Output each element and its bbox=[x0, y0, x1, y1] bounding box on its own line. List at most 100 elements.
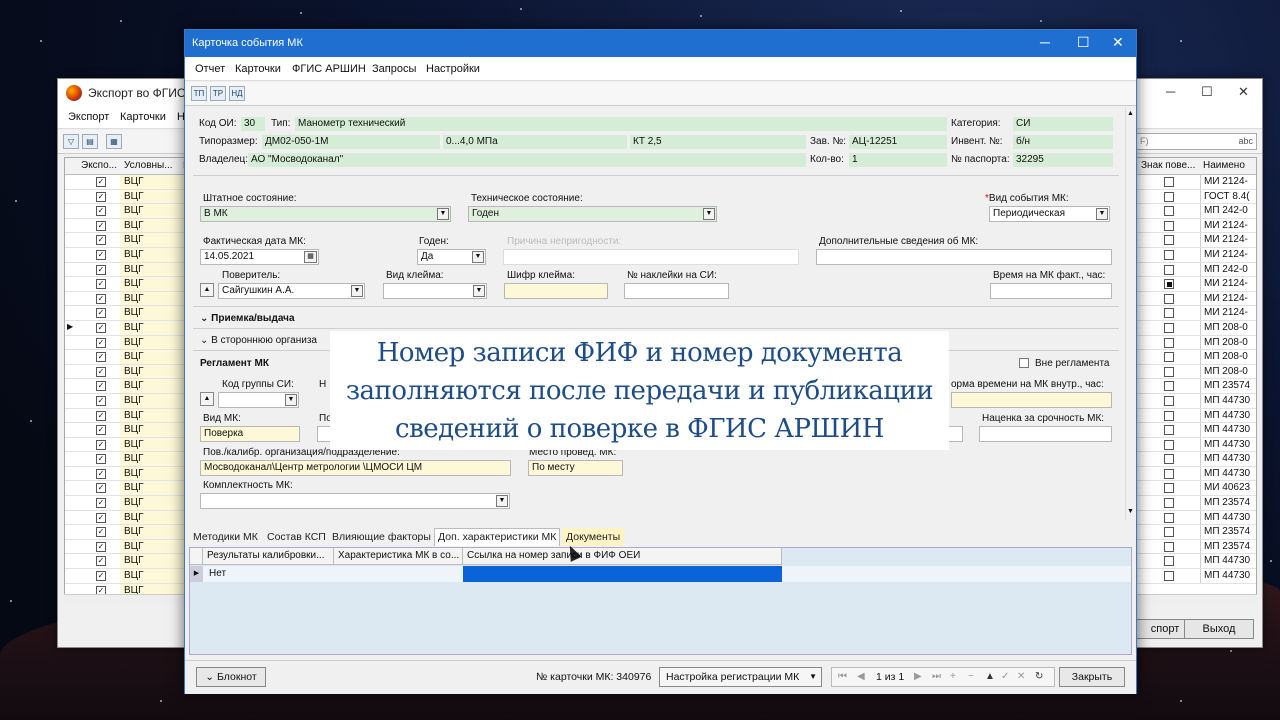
shifr-input[interactable] bbox=[504, 283, 608, 299]
vremya-input[interactable] bbox=[990, 283, 1112, 299]
table-row[interactable]: ✓ ВЦГ bbox=[65, 408, 188, 424]
table-row[interactable]: ▶ ✓ ВЦГ bbox=[65, 320, 188, 336]
tp-icon[interactable]: ТП bbox=[191, 86, 207, 101]
prev-page-icon[interactable]: ◀ bbox=[857, 671, 865, 682]
table-row[interactable]: МП 208-0 bbox=[1137, 320, 1256, 336]
row-checkbox[interactable]: ✓ bbox=[96, 279, 106, 290]
table-row[interactable]: МП 44730 bbox=[1137, 452, 1256, 467]
teh-select[interactable]: Годен ▼ bbox=[468, 206, 717, 222]
tr-icon[interactable]: ТР bbox=[210, 86, 226, 101]
table-row[interactable]: ✓ ВЦГ bbox=[65, 277, 188, 292]
table-row[interactable]: МП 44730 bbox=[1137, 393, 1256, 409]
row-checkbox[interactable] bbox=[1164, 249, 1174, 260]
cell-results[interactable]: Нет bbox=[205, 566, 333, 582]
row-checkbox[interactable] bbox=[1164, 527, 1174, 538]
tab-metodiki[interactable]: Методики МК bbox=[189, 528, 262, 546]
table-row[interactable]: ✓ ВЦГ bbox=[65, 437, 188, 453]
table-row[interactable]: МП 208-0 bbox=[1137, 350, 1256, 365]
vne-regl-checkbox[interactable] bbox=[1019, 358, 1029, 368]
naklejka-input[interactable] bbox=[624, 283, 729, 299]
table-row[interactable]: ✓ ВЦГ bbox=[65, 496, 188, 511]
table-row[interactable]: МП 23574 bbox=[1137, 525, 1256, 540]
export-grid-left[interactable]: Экспо... Условны... М ✓ ВЦГ ✓ ВЦГ ✓ ВЦГ ✓ ВЦГ ✓ В… bbox=[64, 157, 189, 601]
goden-select[interactable]: Да ▼ bbox=[417, 249, 486, 265]
col-fif-link[interactable]: Ссылка на номер записи в ФИФ ОЕИ bbox=[463, 548, 782, 565]
row-checkbox[interactable] bbox=[1164, 337, 1174, 348]
row-checkbox[interactable]: ✓ bbox=[96, 541, 106, 552]
maximize-icon[interactable]: ☐ bbox=[1077, 34, 1090, 51]
table-row[interactable]: МП 23574 bbox=[1137, 496, 1256, 511]
shtat-select[interactable]: В МК ▼ bbox=[200, 206, 451, 222]
table-row[interactable]: ✓ ВЦГ bbox=[65, 379, 188, 394]
row-checkbox[interactable] bbox=[1164, 483, 1174, 494]
row-checkbox[interactable] bbox=[1164, 308, 1174, 319]
nacenka-input[interactable] bbox=[979, 426, 1112, 442]
vid-kleyma-select[interactable]: ▼ bbox=[383, 283, 487, 299]
row-checkbox[interactable]: ✓ bbox=[96, 264, 106, 275]
table-row[interactable]: ✓ ВЦГ bbox=[65, 539, 188, 555]
table-row[interactable]: МИ 2124- bbox=[1137, 291, 1256, 307]
expand-up-icon[interactable]: ▲ bbox=[200, 392, 214, 406]
row-checkbox[interactable]: ✓ bbox=[96, 395, 106, 406]
up-icon[interactable]: ▲ bbox=[985, 671, 995, 682]
tab-dop-har[interactable]: Доп. характеристики МК bbox=[434, 528, 561, 546]
row-checkbox[interactable]: ✓ bbox=[96, 337, 106, 348]
table-row[interactable]: ✓ ВЦГ bbox=[65, 306, 188, 321]
row-checkbox[interactable] bbox=[1164, 512, 1174, 523]
row-checkbox[interactable]: ✓ bbox=[96, 322, 106, 333]
row-checkbox[interactable] bbox=[1164, 191, 1174, 202]
row-checkbox[interactable]: ✓ bbox=[96, 220, 106, 231]
export-grid-icon[interactable]: ▦ bbox=[106, 134, 122, 149]
row-checkbox[interactable]: ✓ bbox=[96, 191, 106, 202]
row-checkbox[interactable] bbox=[1164, 498, 1174, 509]
row-checkbox[interactable]: ✓ bbox=[96, 206, 106, 217]
row-checkbox[interactable]: ✓ bbox=[96, 454, 106, 465]
table-row[interactable]: МП 44730 bbox=[1137, 408, 1256, 424]
row-checkbox[interactable]: ✓ bbox=[96, 512, 106, 523]
table-row[interactable]: ✓ ВЦГ bbox=[65, 262, 188, 278]
row-checkbox[interactable]: ✓ bbox=[96, 425, 106, 436]
table-row[interactable]: МП 44730 bbox=[1137, 510, 1256, 526]
mesto-input[interactable]: По месту bbox=[528, 460, 623, 476]
table-row[interactable]: ✓ ВЦГ bbox=[65, 466, 188, 482]
row-checkbox[interactable]: ✓ bbox=[96, 439, 106, 450]
row-checkbox[interactable]: ✓ bbox=[96, 235, 106, 246]
vid-sob-select[interactable]: Периодическая ▼ bbox=[989, 206, 1110, 222]
table-row[interactable]: МП 44730 bbox=[1137, 554, 1256, 570]
last-page-icon[interactable]: ⏭ bbox=[932, 671, 941, 682]
row-checkbox[interactable] bbox=[1164, 410, 1174, 421]
row-checkbox[interactable]: ✓ bbox=[96, 249, 106, 260]
nastroyka-select[interactable]: Настройка регистрации МК ▼ bbox=[659, 667, 822, 687]
table-row[interactable]: МИ 2124- bbox=[1137, 218, 1256, 234]
vertical-scrollbar[interactable]: ▲ ▼ bbox=[1125, 108, 1135, 520]
table-row[interactable]: ✓ ВЦГ bbox=[65, 423, 188, 438]
tab-sostav[interactable]: Состав КСП bbox=[263, 528, 330, 546]
row-checkbox[interactable] bbox=[1164, 206, 1174, 217]
horizontal-scrollbar-right[interactable] bbox=[1136, 594, 1257, 604]
table-row[interactable]: МИ 2124- bbox=[1137, 175, 1256, 190]
maximize-icon[interactable]: ☐ bbox=[1201, 84, 1213, 100]
table-row[interactable]: ✓ ВЦГ bbox=[65, 189, 188, 205]
row-checkbox[interactable] bbox=[1164, 293, 1174, 304]
storon-section[interactable]: ⌄ В стороннюю организа bbox=[200, 335, 317, 346]
horizontal-scrollbar[interactable] bbox=[64, 594, 189, 604]
columns-icon[interactable]: ▤ bbox=[82, 134, 98, 149]
pov-org-input[interactable]: Мосводоканал\Центр метрологии \ЦМОСИ ЦМ bbox=[200, 460, 511, 476]
table-row[interactable]: ✓ ВЦГ bbox=[65, 510, 188, 526]
poveritel-select[interactable]: Сайгушкин А.А. ▼ bbox=[218, 283, 365, 299]
row-checkbox[interactable] bbox=[1164, 177, 1174, 187]
check-icon[interactable]: ✓ bbox=[1001, 671, 1009, 682]
row-checkbox[interactable] bbox=[1164, 541, 1174, 552]
filter-icon[interactable]: ▽ bbox=[63, 134, 79, 149]
close-button[interactable]: Закрыть bbox=[1059, 667, 1125, 687]
table-row[interactable]: МП 242-0 bbox=[1137, 262, 1256, 278]
exit-button[interactable]: Выход bbox=[1184, 619, 1254, 639]
table-row[interactable]: ГОСТ 8.4( bbox=[1137, 189, 1256, 205]
cancel-icon[interactable]: ✕ bbox=[1017, 671, 1025, 682]
row-checkbox[interactable]: ✓ bbox=[96, 556, 106, 567]
table-row[interactable]: ✓ ВЦГ bbox=[65, 233, 188, 248]
scroll-up-icon[interactable]: ▲ bbox=[1127, 110, 1134, 117]
row-checkbox[interactable] bbox=[1164, 454, 1174, 465]
row-checkbox[interactable] bbox=[1164, 235, 1174, 246]
refresh-icon[interactable]: ↻ bbox=[1035, 671, 1043, 682]
